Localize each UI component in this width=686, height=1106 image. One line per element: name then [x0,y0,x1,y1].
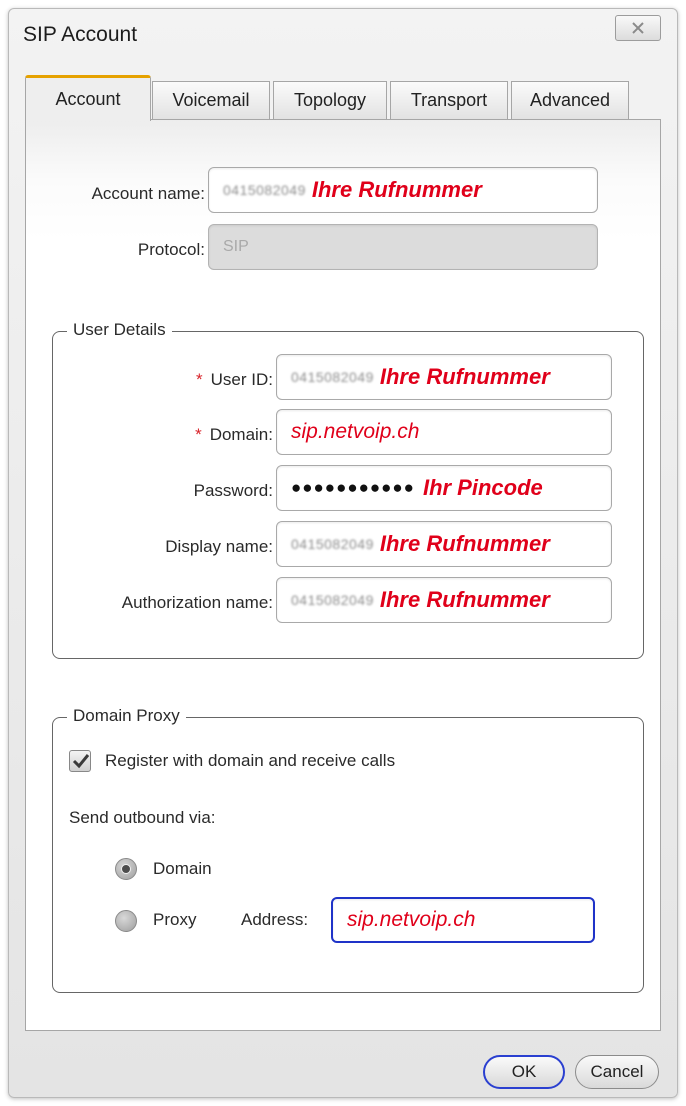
account-name-annotation: Ihre Rufnummer [311,177,482,202]
password-value: ●●●●●●●●●●● [291,478,415,497]
display-name-value: 0415082049 [291,536,374,552]
tab-voicemail[interactable]: Voicemail [152,81,270,119]
dialog-title: SIP Account [23,23,138,46]
account-name-field[interactable]: 0415082049 Ihre Rufnummer [208,167,598,213]
authorization-name-value: 0415082049 [291,592,374,608]
proxy-address-value: sip.netvoip.ch [347,908,476,931]
radio-proxy-label[interactable]: Proxy [153,910,196,930]
close-icon [632,22,644,34]
user-details-legend: User Details [67,320,172,340]
radio-domain[interactable] [115,858,137,880]
domain-field[interactable]: sip.netvoip.ch [276,409,612,455]
authorization-name-field[interactable]: 0415082049 Ihre Rufnummer [276,577,612,623]
user-id-field[interactable]: 0415082049 Ihre Rufnummer [276,354,612,400]
tab-topology[interactable]: Topology [273,81,387,119]
radio-proxy[interactable] [115,910,137,932]
display-name-label: Display name: [165,537,273,556]
domain-label: * Domain: [195,425,273,444]
account-name-label: Account name: [91,184,205,203]
tab-advanced[interactable]: Advanced [511,81,629,119]
account-name-value: 0415082049 [223,182,306,198]
required-marker: * [195,425,202,444]
protocol-field: SIP [208,224,598,270]
user-id-label: * User ID: [196,370,273,389]
register-checkbox[interactable] [69,750,91,772]
domain-value: sip.netvoip.ch [291,420,420,443]
user-id-value: 0415082049 [291,369,374,385]
checkmark-icon [72,754,90,769]
protocol-value: SIP [223,238,249,255]
register-label[interactable]: Register with domain and receive calls [105,751,395,771]
account-tab-panel: Account name: 0415082049 Ihre Rufnummer … [25,119,661,1031]
required-marker: * [196,370,203,389]
cancel-button[interactable]: Cancel [575,1055,659,1089]
close-button[interactable] [615,15,661,41]
user-id-annotation: Ihre Rufnummer [379,364,550,389]
protocol-label: Protocol: [137,240,205,259]
password-field[interactable]: ●●●●●●●●●●● Ihr Pincode [276,465,612,511]
password-annotation: Ihr Pincode [422,475,543,500]
authorization-name-annotation: Ihre Rufnummer [379,587,550,612]
proxy-address-field[interactable]: sip.netvoip.ch [331,897,595,943]
user-details-group: User Details * User ID: 0415082049 Ihre R… [52,320,644,659]
send-outbound-label: Send outbound via: [69,808,216,827]
display-name-field[interactable]: 0415082049 Ihre Rufnummer [276,521,612,567]
domain-proxy-group: Domain Proxy Register with domain and re… [52,706,644,993]
domain-proxy-legend: Domain Proxy [67,706,186,726]
authorization-name-label: Authorization name: [121,593,273,612]
sip-account-dialog: SIP Account Account Voicemail Topology T… [8,8,678,1098]
ok-button[interactable]: OK [483,1055,565,1089]
display-name-annotation: Ihre Rufnummer [379,531,550,556]
tab-account[interactable]: Account [25,75,151,121]
password-label: Password: [193,481,273,500]
address-label: Address: [241,910,309,929]
tab-transport[interactable]: Transport [390,81,508,119]
radio-domain-label[interactable]: Domain [153,859,212,879]
